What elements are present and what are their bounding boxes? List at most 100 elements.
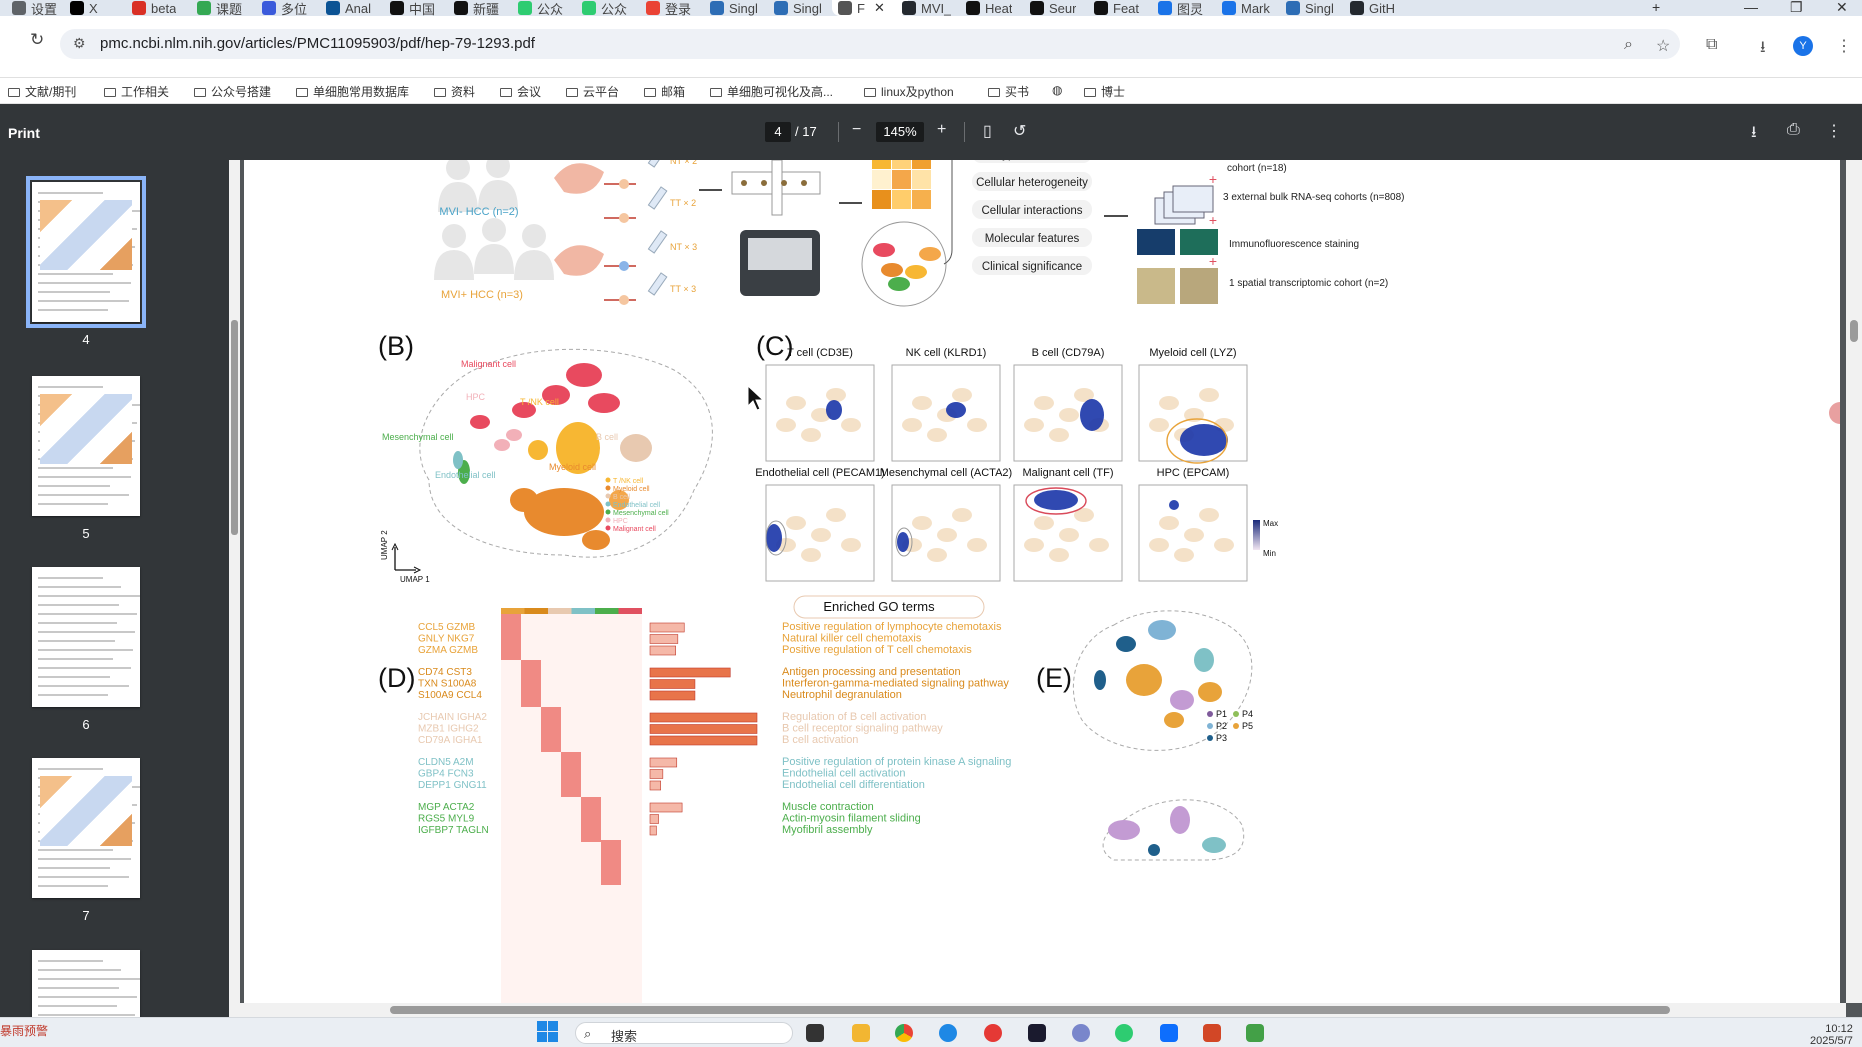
download-icon[interactable]: ⭳ <box>1760 36 1766 63</box>
more-icon[interactable]: ⋮ <box>1826 121 1842 141</box>
bookmark-item[interactable]: 云平台 <box>566 83 619 100</box>
browser-tab[interactable]: 图灵 <box>1152 0 1212 16</box>
expression-hotspot <box>897 532 909 552</box>
feature-blob <box>912 516 932 530</box>
page-thumbnail[interactable] <box>26 176 146 328</box>
clock[interactable]: 10:12 2025/5/7 <box>1810 1023 1853 1047</box>
zoom-in-icon[interactable]: + <box>937 121 946 139</box>
file-explorer-icon[interactable] <box>852 1024 870 1042</box>
bookmark-item[interactable]: 邮箱 <box>644 83 685 100</box>
globe-icon[interactable]: ◍ <box>1052 83 1062 97</box>
maximize-icon[interactable]: ❐ <box>1790 0 1803 16</box>
browser-tab[interactable]: 课题 <box>191 0 251 16</box>
translate-badge-icon[interactable] <box>1829 402 1840 424</box>
browser-tab[interactable]: X <box>64 0 124 16</box>
rotate-icon[interactable]: ↺ <box>1013 121 1026 141</box>
page-number-input[interactable]: 4 <box>765 122 791 142</box>
browser-tab[interactable]: Mark <box>1216 0 1276 16</box>
browser-tab[interactable]: GitH <box>1344 0 1404 16</box>
vertical-scrollbar[interactable] <box>1846 160 1862 1003</box>
heatmap-block <box>581 797 601 842</box>
bookmark-star-icon[interactable]: ☆ <box>1656 36 1670 56</box>
download-icon[interactable]: ⭳ <box>1751 121 1757 148</box>
gene-label: CCL5 GZMB <box>418 622 476 633</box>
horizontal-scrollbar[interactable] <box>240 1003 1846 1017</box>
page-thumbnail[interactable] <box>32 950 140 1017</box>
browser-tab[interactable]: 多位 <box>256 0 316 16</box>
browser-tab[interactable]: 新疆 <box>448 0 508 16</box>
browser-tab[interactable]: Singl <box>768 0 828 16</box>
app-icon[interactable] <box>1246 1024 1264 1042</box>
print-icon[interactable]: ⎙ <box>1787 121 1800 139</box>
bookmark-item[interactable]: 资料 <box>434 83 475 100</box>
extensions-icon[interactable]: ⧉ <box>1706 36 1717 54</box>
gene-label: TXN S100A8 <box>418 679 477 690</box>
sidebar-scrollbar[interactable] <box>229 160 240 1017</box>
thumbnail-line <box>38 631 136 633</box>
powerpoint-icon[interactable] <box>1203 1024 1221 1042</box>
marker-title: Myeloid cell (LYZ) <box>1149 347 1236 359</box>
avatar[interactable]: Y <box>1793 36 1813 56</box>
address-bar[interactable]: ⚙ pmc.ncbi.nlm.nih.gov/articles/PMC11095… <box>60 29 1680 59</box>
thumbnail-line <box>38 386 103 388</box>
page-thumbnail[interactable] <box>32 376 140 516</box>
group-label: MVI+ HCC (n=3) <box>441 289 523 301</box>
bookmark-item[interactable]: 单细胞常用数据库 <box>296 83 409 100</box>
feature-blob <box>801 548 821 562</box>
windows-start-icon[interactable] <box>537 1021 558 1042</box>
zoom-icon[interactable]: ⌕ <box>1624 36 1633 54</box>
close-icon[interactable]: ✕ <box>874 0 885 16</box>
tab-favicon-icon <box>1222 1 1236 15</box>
heatmap-cell <box>892 170 911 189</box>
edge-icon[interactable] <box>939 1024 957 1042</box>
bookmark-item[interactable]: 文献/期刊 <box>8 83 76 100</box>
browser-tab[interactable]: 公众 <box>512 0 572 16</box>
zoom-input[interactable]: 145% <box>876 122 924 142</box>
chrome-icon[interactable] <box>895 1024 913 1042</box>
r-icon[interactable] <box>1072 1024 1090 1042</box>
browser-tab[interactable]: Heat <box>960 0 1020 16</box>
browser-tab[interactable]: 中国 <box>384 0 444 16</box>
weather-alert[interactable]: 暴雨预警 <box>0 1022 48 1039</box>
heatmap-block <box>521 660 541 707</box>
bookmark-item[interactable]: 公众号搭建 <box>194 83 271 100</box>
tab-title: GitH <box>1369 0 1395 16</box>
app-icon[interactable] <box>1160 1024 1178 1042</box>
new-tab-icon[interactable]: + <box>1652 0 1660 15</box>
browser-tab[interactable]: Singl <box>704 0 764 16</box>
minimize-icon[interactable]: — <box>1744 0 1758 15</box>
taskbar-search[interactable]: ⌕ 搜索 <box>575 1022 793 1044</box>
wechat-icon[interactable] <box>1115 1024 1133 1042</box>
heatmap-block <box>541 707 561 752</box>
bookmark-item[interactable]: 单细胞可视化及高... <box>710 83 833 100</box>
page-thumbnail[interactable] <box>32 567 140 707</box>
feature-blob <box>902 418 922 432</box>
bookmark-item[interactable]: 工作相关 <box>104 83 169 100</box>
browser-tab[interactable]: Singl <box>1280 0 1340 16</box>
bookmark-item[interactable]: 博士 <box>1084 83 1125 100</box>
page-thumbnail[interactable] <box>32 758 140 898</box>
browser-tab[interactable]: 设置 <box>6 0 66 16</box>
bookmark-item[interactable]: linux及python <box>864 83 954 100</box>
bookmark-item[interactable]: 买书 <box>988 83 1029 100</box>
fit-page-icon[interactable]: ▯ <box>983 121 992 141</box>
browser-tab[interactable]: Anal <box>320 0 380 16</box>
browser-tab[interactable]: beta <box>126 0 186 16</box>
feature-blob <box>1149 538 1169 552</box>
browser-tab[interactable]: Feat <box>1088 0 1148 16</box>
netease-music-icon[interactable] <box>984 1024 1002 1042</box>
close-window-icon[interactable]: ✕ <box>1836 0 1848 16</box>
browser-tab[interactable]: MVI_ <box>896 0 956 16</box>
app-icon[interactable] <box>1028 1024 1046 1042</box>
feature-blob <box>1149 418 1169 432</box>
browser-tab[interactable]: 登录 <box>640 0 700 16</box>
gene-label: MGP ACTA2 <box>418 802 475 813</box>
browser-tab[interactable]: 公众 <box>576 0 636 16</box>
task-view-icon[interactable] <box>806 1024 824 1042</box>
reload-icon[interactable]: ↻ <box>30 30 44 50</box>
bookmark-item[interactable]: 会议 <box>500 83 541 100</box>
site-info-icon[interactable]: ⚙ <box>73 35 86 52</box>
zoom-out-icon[interactable]: − <box>852 121 861 139</box>
browser-tab[interactable]: Seur <box>1024 0 1084 16</box>
menu-icon[interactable]: ⋮ <box>1836 36 1852 56</box>
